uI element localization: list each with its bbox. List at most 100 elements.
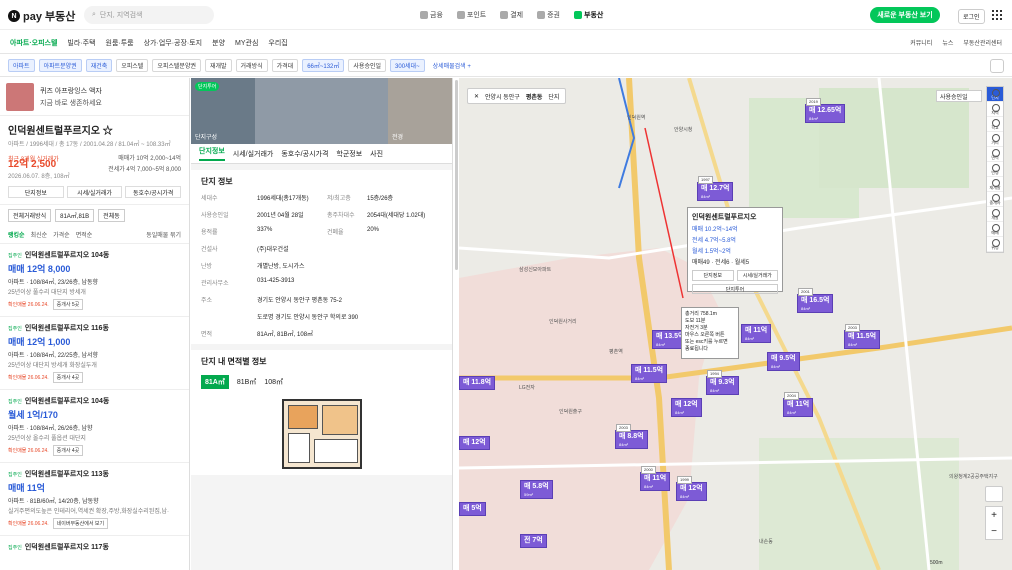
nav-community[interactable]: 커뮤니티 — [910, 38, 932, 47]
tab-info[interactable]: 단지정보 — [199, 146, 225, 161]
nav-villa[interactable]: 빌라·주택 — [67, 38, 95, 48]
login-button[interactable]: 로그인 — [958, 9, 985, 24]
popup-tour-button[interactable]: 단지투어 — [692, 284, 778, 294]
zoom-out-button[interactable]: − — [991, 526, 997, 537]
tool-distance-icon[interactable]: 거리 — [987, 132, 1003, 147]
area-tab-81a[interactable]: 81A㎡ — [201, 375, 229, 389]
tab-unit-price[interactable]: 동호수/공시가격 — [125, 186, 182, 198]
photo-main[interactable] — [255, 78, 388, 144]
agent-count-button[interactable]: 중개사 5곳 — [52, 299, 84, 310]
nav-oneroom[interactable]: 원룸·투룸 — [106, 38, 134, 48]
nav-news[interactable]: 뉴스 — [942, 38, 953, 47]
service-point[interactable]: 포인트 — [456, 10, 486, 20]
sort-area[interactable]: 면적순 — [76, 230, 93, 239]
tab-market-price[interactable]: 시세/실거래가 — [66, 186, 123, 198]
search-input[interactable]: ⌕ 단지, 지역검색 — [84, 6, 214, 24]
price-marker[interactable]: 전 7억 — [520, 534, 547, 548]
service-finance[interactable]: 금융 — [420, 10, 443, 20]
area-tab-81b[interactable]: 81B㎡ — [237, 377, 256, 387]
price-marker[interactable]: 1999 매 12억 84m² — [676, 476, 707, 501]
filter-redevelop[interactable]: 재개발 — [204, 59, 232, 72]
price-marker[interactable]: 매 9.5억 84m² — [767, 352, 800, 371]
agent-count-button[interactable]: 중개사 4곳 — [52, 372, 84, 383]
tool-sale-icon[interactable]: 매매 — [987, 222, 1003, 237]
list-item[interactable]: 집주인 인덕원센트럴푸르지오 113동 매매 11억 아파트 · 81B/60㎡,… — [0, 462, 189, 535]
agent-count-button[interactable]: 네이버부동산에서 보기 — [52, 518, 109, 529]
filter-price[interactable]: 가격대 — [271, 59, 299, 72]
tour-badge[interactable]: 단지투어 — [195, 82, 220, 91]
price-marker[interactable]: 매 11.5억 84m² — [631, 364, 668, 383]
tab-school[interactable]: 학군정보 — [336, 149, 362, 159]
price-marker[interactable]: 매 11억 84m² — [741, 324, 772, 343]
price-marker[interactable]: 매 11.8억 — [459, 376, 496, 390]
price-marker[interactable]: 2003 매 11.5억 84m² — [844, 324, 881, 349]
detail-scrollbar[interactable] — [455, 80, 458, 270]
sort-ranking[interactable]: 랭킹순 — [8, 230, 25, 239]
filter-households[interactable]: 300세대~ — [390, 59, 425, 72]
filter-detail-search[interactable]: 상세매물검색 + — [429, 59, 475, 72]
filter-apt[interactable]: 아파트 — [8, 59, 35, 72]
tool-radius-icon[interactable]: 반경 — [987, 162, 1003, 177]
service-pay[interactable]: 결제 — [500, 10, 523, 20]
filter-trade-type[interactable]: 거래방식 — [235, 59, 268, 72]
nav-apt[interactable]: 아파트·오피스텔 — [10, 38, 57, 48]
tab-price[interactable]: 시세/실거래가 — [233, 149, 274, 159]
service-stock[interactable]: 증권 — [537, 10, 560, 20]
price-marker[interactable]: 매 12억 84m² — [671, 398, 702, 417]
price-marker[interactable]: 2019 매 12.65억 84m² — [805, 98, 846, 123]
photo-layout[interactable]: 단지투어 단지구성 — [191, 78, 255, 144]
price-marker[interactable]: 매 5억 — [459, 502, 486, 516]
tool-satellite-icon[interactable]: 위성 — [987, 237, 1003, 252]
photo-view[interactable]: 전경 — [388, 78, 452, 144]
popup-price-button[interactable]: 시세/실거래가 — [736, 270, 778, 281]
trade-type-select[interactable]: 전체거래방식 — [8, 209, 52, 222]
price-marker[interactable]: 2003 매 8.8억 84m² — [615, 424, 648, 449]
building-select[interactable]: 전체동 — [98, 209, 125, 222]
sort-latest[interactable]: 최신순 — [31, 230, 48, 239]
area-tab-108[interactable]: 108㎡ — [264, 377, 283, 387]
crumb-city[interactable]: 안양시 동안구 — [485, 92, 520, 101]
zoom-in-button[interactable]: + — [991, 510, 997, 521]
service-realestate[interactable]: 부동산 — [574, 10, 603, 20]
current-location-icon[interactable] — [985, 486, 1003, 502]
complex-photos[interactable]: 단지투어 단지구성 전경 — [191, 78, 452, 144]
list-item[interactable]: 집주인 인덕원센트럴푸르지오 117동 — [0, 535, 189, 558]
filter-area[interactable]: 66㎡~132㎡ — [302, 59, 345, 72]
promo-banner[interactable]: 퀴즈 아프랑잉스 액자 지금 바로 생존하세요 — [0, 78, 189, 116]
nav-presale[interactable]: 분양 — [212, 38, 225, 48]
popup-info-button[interactable]: 단지정보 — [692, 270, 734, 281]
market-select[interactable]: 사용승인일 — [936, 90, 982, 102]
price-marker[interactable]: 2001 매 16.5억 84m² — [797, 288, 834, 313]
price-marker[interactable]: 1997 매 12.7억 84m² — [697, 176, 734, 201]
list-item[interactable]: 집주인 인덕원센트럴푸르지오 104동 월세 1억/170 아파트 · 108/8… — [0, 389, 189, 462]
price-marker[interactable]: 매 12억 — [459, 436, 490, 450]
agent-count-button[interactable]: 중개사 4곳 — [52, 445, 84, 456]
sort-price[interactable]: 가격순 — [53, 230, 70, 239]
crumb-dong[interactable]: 평촌동 — [526, 92, 543, 101]
filter-approval-date[interactable]: 사용승인일 — [348, 59, 387, 72]
nav-myhome[interactable]: 우리집 — [268, 38, 287, 48]
nav-agent-center[interactable]: 부동산관리센터 — [963, 38, 1002, 47]
price-marker[interactable]: 매 5.8억 59m² — [520, 480, 553, 499]
complex-popup[interactable]: 인덕원센트럴푸르지오 매매 10.2억~14억 전세 4.7억~5.8억 월세 … — [687, 207, 783, 294]
list-item[interactable]: 집주인 인덕원센트럴푸르지오 116동 매매 12억 1,000 아파트 · 10… — [0, 316, 189, 389]
group-same-checkbox[interactable]: 동일매물 묶기 — [146, 230, 181, 239]
tool-redevelop-icon[interactable]: 재개발 — [987, 177, 1003, 192]
filter-rebuild[interactable]: 재건축 — [85, 59, 113, 72]
nav-commercial[interactable]: 상가·업무·공장·토지 — [144, 38, 203, 48]
filter-officetel-presale[interactable]: 오피스텔분양권 — [152, 59, 201, 72]
tab-complex-info[interactable]: 단지정보 — [8, 186, 64, 198]
close-icon[interactable]: ✕ — [474, 93, 479, 100]
list-item[interactable]: 집주인 인덕원센트럴푸르지오 104동 매매 12억 8,000 아파트 · 10… — [0, 243, 189, 316]
logo[interactable]: N pay 부동산 — [8, 8, 75, 24]
tab-unit[interactable]: 동호수/공시가격 — [281, 149, 328, 159]
tool-agent-icon[interactable]: 중개사 — [987, 192, 1003, 207]
tool-school-icon[interactable]: 학교 — [987, 117, 1003, 132]
nav-my[interactable]: MY관심 — [235, 38, 258, 48]
filter-apt-presale[interactable]: 아파트분양권 — [38, 59, 82, 72]
new-realestate-button[interactable]: 새로운 부동산 보기 — [870, 7, 940, 23]
tool-cadastral-icon[interactable]: 지적 — [987, 102, 1003, 117]
tool-complex-icon[interactable]: 단지 — [987, 87, 1003, 102]
refresh-icon[interactable] — [990, 59, 1004, 73]
price-marker[interactable]: 1994 매 9.3억 84m² — [706, 370, 739, 395]
